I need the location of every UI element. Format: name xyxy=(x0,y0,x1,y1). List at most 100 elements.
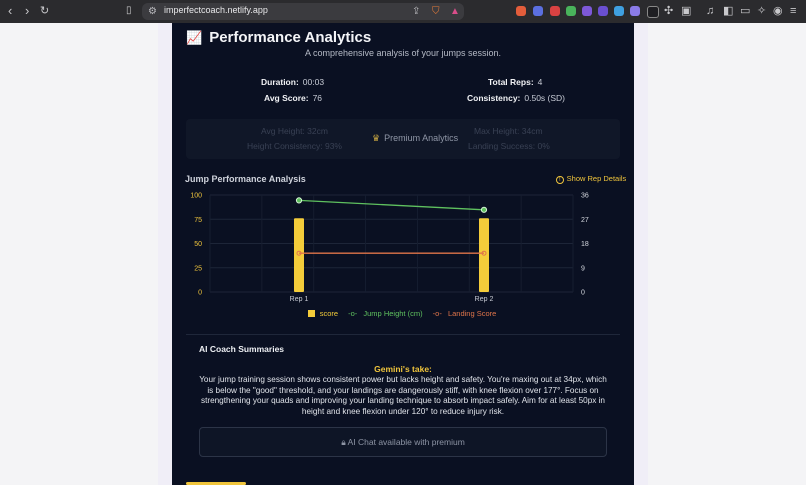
side-margin-right xyxy=(634,23,648,485)
premium-analytics-label[interactable]: ♛ Premium Analytics xyxy=(372,133,458,144)
page: 📈 Performance Analytics A comprehensive … xyxy=(0,23,806,485)
jump-performance-chart: 0 25 50 75 100 0 9 18 27 36 Rep 1 Rep 2 xyxy=(190,193,589,304)
back-icon[interactable]: ‹ xyxy=(8,3,12,19)
ai-summary-text: Your jump training session shows consist… xyxy=(199,375,607,416)
site-settings-icon[interactable]: ⚙ xyxy=(148,5,157,18)
legend-item-score[interactable]: score xyxy=(307,309,340,318)
x-tick-label: Rep 2 xyxy=(475,296,494,303)
y-left-tick-label: 25 xyxy=(194,265,202,272)
ai-chat-locked[interactable]: 🔒︎ AI Chat available with premium xyxy=(199,427,607,457)
lock-icon: 🔒︎ xyxy=(341,437,346,447)
extension-icon[interactable] xyxy=(516,6,526,16)
premium-height-consistency: Height Consistency: 93% xyxy=(247,141,342,151)
share-icon[interactable]: ⇪ xyxy=(412,5,420,18)
ai-chat-label: 🔒︎ AI Chat available with premium xyxy=(200,437,606,448)
extension-icon[interactable] xyxy=(582,6,592,16)
line-jump-height xyxy=(298,199,485,211)
x-tick-label: Rep 1 xyxy=(290,296,309,303)
premium-height-consistency-value: 93% xyxy=(324,141,342,151)
address-url[interactable]: imperfectcoach.netlify.app xyxy=(164,5,268,15)
point-jump-height xyxy=(295,197,303,204)
bookmark-icon[interactable]: ▯ xyxy=(126,3,132,19)
page-subtitle: A comprehensive analysis of your jumps s… xyxy=(304,48,502,58)
y-left-tick-label: 0 xyxy=(198,290,202,297)
stat-total-reps-label: Total Reps: xyxy=(488,77,534,87)
chart-legend: score -o- Jump Height (cm) -o- Landing S… xyxy=(172,309,634,318)
forward-icon[interactable]: › xyxy=(25,3,29,19)
side-margin-left xyxy=(158,23,172,485)
premium-analytics-locked[interactable]: Avg Height: 32cm Max Height: 34cm Height… xyxy=(186,119,620,159)
y-left-tick-label: 50 xyxy=(194,241,202,248)
stat-total-reps-value: 4 xyxy=(537,77,543,87)
legend-jump-label: Jump Height (cm) xyxy=(363,309,423,318)
stat-total-reps: Total Reps: 4 xyxy=(488,77,542,87)
premium-landing-success: Landing Success: 0% xyxy=(468,141,550,151)
stat-avg-score-value: 76 xyxy=(312,93,323,103)
legend-item-jump-height[interactable]: -o- Jump Height (cm) xyxy=(346,309,424,318)
premium-landing-success-value: 0% xyxy=(537,141,550,151)
ai-chat-label-text: AI Chat available with premium xyxy=(347,437,465,447)
premium-landing-success-label: Landing Success: xyxy=(468,141,536,151)
rewards-icon[interactable]: ▲ xyxy=(450,5,460,18)
legend-item-landing-score[interactable]: -o- Landing Score xyxy=(431,309,499,318)
wallet-icon[interactable]: ▭ xyxy=(740,4,750,18)
premium-avg-height-value: 32cm xyxy=(307,126,328,136)
premium-max-height-label: Max Height: xyxy=(474,126,520,136)
reload-icon[interactable]: ↻ xyxy=(40,3,49,19)
stat-avg-score: Avg Score: 76 xyxy=(264,93,322,103)
y-right-tick-label: 36 xyxy=(581,193,589,200)
legend-score-swatch xyxy=(307,310,315,317)
premium-avg-height: Avg Height: 32cm xyxy=(261,126,328,136)
premium-label-text: Premium Analytics xyxy=(384,133,459,143)
performance-analytics-panel: 📈 Performance Analytics A comprehensive … xyxy=(172,23,634,485)
shield-icon[interactable]: ⛉ xyxy=(432,5,440,18)
stat-duration-label: Duration: xyxy=(261,77,299,87)
y-left-tick-label: 75 xyxy=(194,217,202,224)
menu-icon[interactable]: ≡ xyxy=(790,4,796,18)
legend-landing-label: Landing Score xyxy=(447,309,497,318)
sidebar-icon[interactable]: ▣ xyxy=(681,4,691,18)
leo-icon[interactable]: ✧ xyxy=(757,4,766,18)
y-right-tick-label: 18 xyxy=(581,241,589,248)
chart-line-icon: 📈 xyxy=(186,29,203,45)
y-right-tick-label: 0 xyxy=(581,290,585,297)
extension-icon[interactable] xyxy=(566,6,576,16)
page-title: Performance Analytics xyxy=(209,29,372,46)
y-left-tick-label: 100 xyxy=(190,193,202,200)
y-right-tick-label: 9 xyxy=(581,265,585,272)
section-divider xyxy=(186,334,620,335)
browser-toolbar: ‹ › ↻ ▯ ⚙ imperfectcoach.netlify.app ⇪ ⛉… xyxy=(0,0,806,24)
premium-max-height: Max Height: 34cm xyxy=(474,126,543,136)
address-bar[interactable]: ⚙ imperfectcoach.netlify.app ⇪ ⛉ ▲ xyxy=(142,3,464,20)
legend-landing-swatch: -o- xyxy=(432,309,442,318)
vpn-icon[interactable]: ◉ xyxy=(773,4,783,18)
puzzle-icon[interactable]: ✣ xyxy=(664,4,673,18)
gemini-heading: Gemini's take: xyxy=(374,364,432,374)
show-rep-details-link[interactable]: ! Show Rep Details xyxy=(556,174,627,184)
extension-icon[interactable] xyxy=(647,6,659,18)
extension-icon[interactable] xyxy=(550,6,560,16)
stat-consistency: Consistency: 0.50s (SD) xyxy=(467,93,565,103)
extension-icon[interactable] xyxy=(598,6,608,16)
legend-score-label: score xyxy=(319,309,339,318)
stat-duration-value: 00:03 xyxy=(302,77,325,87)
stat-duration: Duration: 00:03 xyxy=(261,77,324,87)
extension-icon[interactable] xyxy=(630,6,640,16)
y-right-tick-label: 27 xyxy=(581,217,589,224)
legend-jump-swatch: -o- xyxy=(348,309,358,318)
extension-icon[interactable] xyxy=(614,6,624,16)
stat-avg-score-label: Avg Score: xyxy=(264,93,309,103)
ai-summaries-title: AI Coach Summaries xyxy=(199,344,285,354)
premium-max-height-value: 34cm xyxy=(521,126,543,136)
stat-consistency-value: 0.50s (SD) xyxy=(524,93,565,103)
crown-icon: ♛ xyxy=(372,133,381,143)
premium-avg-height-label: Avg Height: xyxy=(261,126,305,136)
extension-icon[interactable] xyxy=(533,6,543,16)
title-row: 📈 Performance Analytics xyxy=(186,29,371,46)
show-rep-details-label: Show Rep Details xyxy=(566,174,627,183)
premium-height-consistency-label: Height Consistency: xyxy=(247,141,323,151)
stat-consistency-label: Consistency: xyxy=(467,93,521,103)
point-jump-height xyxy=(480,206,488,213)
music-icon[interactable]: ♫ xyxy=(706,4,714,18)
reader-icon[interactable]: ◧ xyxy=(723,4,733,18)
